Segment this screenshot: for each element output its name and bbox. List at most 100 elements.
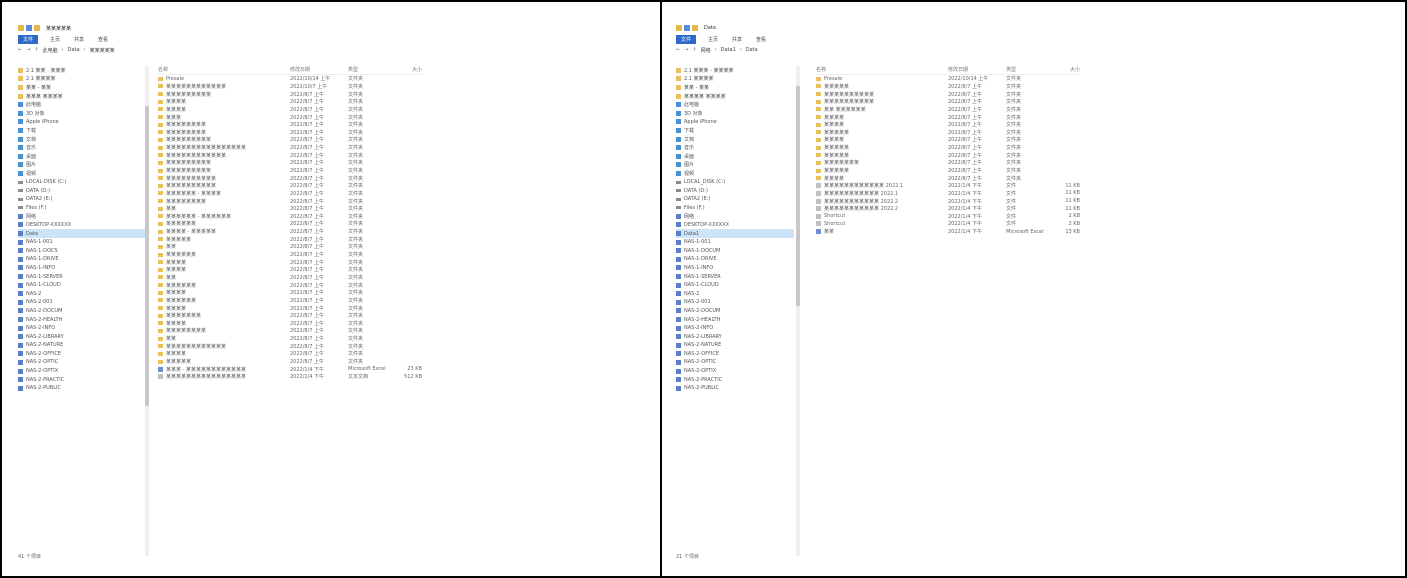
file-row[interactable]: 某某某某某某某某 2022/8/7 上午 文件夹 xyxy=(158,327,422,335)
sidebar-item[interactable]: 网络 xyxy=(18,212,146,221)
sidebar-item[interactable]: NAS-2-OPTIC xyxy=(676,358,794,367)
file-row[interactable]: 某某某某 2022/8/7 上午 文件夹 xyxy=(158,258,422,266)
tab-file[interactable]: 文件 xyxy=(18,34,39,44)
file-row[interactable]: 某某某某某 2022/8/7 上午 文件夹 xyxy=(816,83,1080,91)
file-row[interactable]: 某某某某 2022/8/7 上午 文件夹 xyxy=(816,174,1080,182)
sidebar-item[interactable]: NAS-2-PRACTIC xyxy=(18,375,146,384)
file-row[interactable]: 某某某某 2022/8/7 上午 文件夹 xyxy=(158,98,422,106)
sidebar-item[interactable]: 此电脑 xyxy=(18,100,146,109)
sidebar-item[interactable]: 此电脑 xyxy=(676,100,794,109)
file-row[interactable]: 某某某某某某某某 2022/8/7 上午 文件夹 xyxy=(158,121,422,129)
navigation-scrollbar[interactable] xyxy=(796,66,800,556)
file-row[interactable]: 某某某某某某某某某某某某 2022.1 2022/1/4 下午 文件 11 KB xyxy=(816,182,1080,190)
sidebar-item[interactable]: NAS-2-HEALTH xyxy=(676,315,794,324)
sidebar-item[interactable]: NAS-2 xyxy=(676,289,794,298)
sidebar-item[interactable]: 某某 - 某某 xyxy=(18,83,146,92)
file-row[interactable]: 某某某某某某某某某某某某 2022/10/7 上午 文件夹 xyxy=(158,83,422,91)
column-header-size[interactable]: 大小 xyxy=(1048,66,1080,74)
sidebar-item[interactable]: 2.1 某某 - 某某某 xyxy=(18,66,146,75)
sidebar-item[interactable]: 视频 xyxy=(676,169,794,178)
up-arrow-icon[interactable]: ↑ xyxy=(692,47,696,53)
sidebar-item[interactable]: 某某某某 某某某某 xyxy=(676,92,794,101)
sidebar-item[interactable]: 下载 xyxy=(18,126,146,135)
back-arrow-icon[interactable]: ← xyxy=(676,47,680,53)
file-row[interactable]: 某某某某某某某某某某某 2022.2 2022/1/4 下午 文件 11 KB xyxy=(816,205,1080,213)
file-row[interactable]: 某某某某 2022/8/7 上午 文件夹 xyxy=(158,304,422,312)
file-row[interactable]: 某某某某某某某某某某 2022/8/7 上午 文件夹 xyxy=(158,174,422,182)
forward-arrow-icon[interactable]: → xyxy=(26,47,30,53)
sidebar-item[interactable]: Files (F:) xyxy=(676,204,794,213)
sidebar-item[interactable]: 音乐 xyxy=(18,143,146,152)
new-folder-icon[interactable] xyxy=(34,25,40,31)
file-row[interactable]: 某某某某某某某某某某某某 2022/8/7 上午 文件夹 xyxy=(158,342,422,350)
file-row[interactable]: 某某某某 2022/8/7 上午 文件夹 xyxy=(158,320,422,328)
sidebar-item[interactable]: NAS-2-INFO xyxy=(676,324,794,333)
column-header-name[interactable]: 名称 xyxy=(816,66,948,74)
file-row[interactable]: 某某某某某 2022/8/7 上午 文件夹 xyxy=(816,151,1080,159)
sidebar-item[interactable]: NAS-2-OPTIX xyxy=(676,367,794,376)
file-row[interactable]: 某某某某某 2022/8/7 上午 文件夹 xyxy=(816,167,1080,175)
column-header-type[interactable]: 类型 xyxy=(348,66,390,74)
file-row[interactable]: 某某 2022/8/7 上午 文件夹 xyxy=(158,243,422,251)
sidebar-item[interactable]: NAS-2-DOCUM xyxy=(18,307,146,316)
scrollbar-thumb[interactable] xyxy=(145,106,149,406)
breadcrumb-item[interactable]: 此电脑 xyxy=(43,47,58,54)
tab-view[interactable]: 查看 xyxy=(96,36,110,43)
sidebar-item[interactable]: DESKTOP-XXXXXX xyxy=(18,221,146,230)
file-row[interactable]: 某某某某某某某某某某 2022/8/7 上午 文件夹 xyxy=(816,98,1080,106)
sidebar-item[interactable]: NAS-2-NATURE xyxy=(676,341,794,350)
sidebar-item[interactable]: 音乐 xyxy=(676,143,794,152)
sidebar-item[interactable]: NAS-1-SERVER xyxy=(676,272,794,281)
tab-share[interactable]: 共享 xyxy=(730,36,744,43)
sidebar-item[interactable]: 某某 - 某某 xyxy=(676,83,794,92)
file-row[interactable]: 某某某某某某某某某某 2022/8/7 上午 文件夹 xyxy=(816,90,1080,98)
sidebar-item[interactable]: NAS-2-PUBLIC xyxy=(18,384,146,393)
sidebar-item[interactable]: 图片 xyxy=(18,161,146,170)
sidebar-item[interactable]: 2.1 某某某某 xyxy=(18,75,146,84)
sidebar-item[interactable]: DATA (D:) xyxy=(676,186,794,195)
sidebar-item[interactable]: Apple iPhone xyxy=(676,118,794,127)
breadcrumb-item[interactable]: Data xyxy=(746,47,758,53)
file-row[interactable]: 某某某某 2022/8/7 上午 文件夹 xyxy=(816,113,1080,121)
file-row[interactable]: 某某某某 2022/8/7 上午 文件夹 xyxy=(158,350,422,358)
sidebar-item[interactable]: NAS-2-OPTIC xyxy=(18,358,146,367)
sidebar-item[interactable]: NAS-1-001 xyxy=(676,238,794,247)
sidebar-item[interactable]: NAS-2-PRACTIC xyxy=(676,375,794,384)
quick-access-icon[interactable] xyxy=(26,25,32,31)
scrollbar-thumb[interactable] xyxy=(796,86,800,306)
file-row[interactable]: 某某某某 - 某某某某某 2022/8/7 上午 文件夹 xyxy=(158,228,422,236)
sidebar-item[interactable]: 2.1 某某某 - 某某某某 xyxy=(676,66,794,75)
file-row[interactable]: 某某某某某某某某 2022/8/7 上午 文件夹 xyxy=(158,128,422,136)
sidebar-item[interactable]: NAS-1-DRIVE xyxy=(18,255,146,264)
file-row[interactable]: 某某某某某 2022/8/7 上午 文件夹 xyxy=(816,144,1080,152)
file-row[interactable]: 某某某某某某某某某某某某某某某某 2022/8/7 上午 文件夹 xyxy=(158,144,422,152)
file-row[interactable]: 某某某某某某某 2022/8/7 上午 文件夹 xyxy=(816,159,1080,167)
tab-home[interactable]: 主页 xyxy=(706,36,720,43)
sidebar-item[interactable]: NAS-1-CLOUD xyxy=(18,281,146,290)
file-row[interactable]: 某某 2022/8/7 上午 文件夹 xyxy=(158,205,422,213)
breadcrumb-item[interactable]: Data1 xyxy=(721,47,736,53)
file-row[interactable]: 某某某某某某某某某某某某某某某某 2022/1/4 下午 文本文档 512 KB xyxy=(158,373,422,381)
file-row[interactable]: 某某 某某某某某某 2022/8/7 上午 文件夹 xyxy=(816,106,1080,114)
sidebar-item[interactable]: Data1 xyxy=(676,229,794,238)
sidebar-item[interactable]: NAS-1-CLOUD xyxy=(676,281,794,290)
file-row[interactable]: 某某某 - 某某某某某某某某某某某某 2022/1/4 下午 Microsoft E… xyxy=(158,365,422,373)
file-row[interactable]: 某某某某某某 - 某某某某 2022/8/7 上午 文件夹 xyxy=(158,190,422,198)
sidebar-item[interactable]: Apple iPhone xyxy=(18,118,146,127)
column-header-date[interactable]: 修改日期 xyxy=(290,66,348,74)
sidebar-item[interactable]: NAS-2-HEALTH xyxy=(18,315,146,324)
navigation-scrollbar[interactable] xyxy=(145,66,149,556)
sidebar-item[interactable]: 视频 xyxy=(18,169,146,178)
file-row[interactable]: Presale 2022/10/14 上午 文件夹 xyxy=(158,75,422,83)
sidebar-item[interactable]: NAS-2-LIBRARY xyxy=(18,332,146,341)
sidebar-item[interactable]: DATA2 (E:) xyxy=(18,195,146,204)
sidebar-item[interactable]: NAS-2 xyxy=(18,289,146,298)
sidebar-item[interactable]: NAS-2-NATURE xyxy=(18,341,146,350)
file-row[interactable]: 某某某某某某 2022/8/7 上午 文件夹 xyxy=(158,220,422,228)
file-row[interactable]: 某某 2022/8/7 上午 文件夹 xyxy=(158,335,422,343)
file-row[interactable]: 某某某 2022/8/7 上午 文件夹 xyxy=(158,113,422,121)
file-row[interactable]: 某某某某某 2022/8/7 上午 文件夹 xyxy=(158,235,422,243)
file-row[interactable]: 某某某某 2022/8/7 上午 文件夹 xyxy=(816,121,1080,129)
sidebar-item[interactable]: NAS-2-001 xyxy=(18,298,146,307)
file-row[interactable]: 某某某某 2022/8/7 上午 文件夹 xyxy=(158,266,422,274)
